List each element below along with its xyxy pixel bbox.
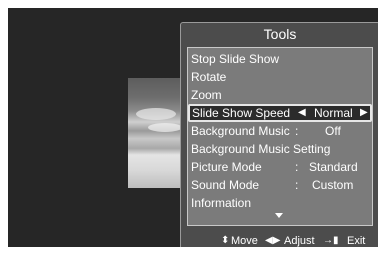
tools-panel: Tools Stop Slide Show Rotate Zoom Slide … bbox=[180, 22, 378, 247]
menu-item-label: Information bbox=[191, 196, 252, 210]
menu-item-background-music[interactable]: Background Music : Off bbox=[191, 122, 369, 140]
menu-item-information[interactable]: Information bbox=[191, 194, 369, 212]
menu-item-label: Slide Show Speed bbox=[192, 106, 291, 120]
menu-item-label: Zoom bbox=[191, 88, 222, 102]
picture-mode-value: Standard bbox=[309, 160, 358, 174]
tv-screen: Tools Stop Slide Show Rotate Zoom Slide … bbox=[8, 8, 378, 247]
menu-item-label: Background Music Setting bbox=[191, 142, 331, 156]
menu-item-picture-mode[interactable]: Picture Mode : Standard bbox=[191, 158, 369, 176]
menu-item-separator: : bbox=[295, 160, 299, 174]
menu-item-slide-show-speed[interactable]: Slide Show Speed ◀ Normal ▶ bbox=[188, 104, 372, 122]
right-arrow-icon[interactable]: ▶ bbox=[360, 106, 368, 120]
tools-title: Tools bbox=[263, 26, 297, 42]
background-music-value: Off bbox=[325, 124, 341, 138]
menu-item-separator: : bbox=[295, 124, 299, 138]
left-right-arrows-icon: ◀▶ bbox=[265, 235, 281, 246]
menu-item-label: Stop Slide Show bbox=[191, 52, 280, 66]
move-label: Move bbox=[231, 235, 258, 247]
left-arrow-icon[interactable]: ◀ bbox=[298, 106, 306, 120]
exit-label: Exit bbox=[347, 235, 366, 247]
tools-menu-list: Stop Slide Show Rotate Zoom Slide Show S… bbox=[187, 47, 373, 226]
adjust-label: Adjust bbox=[284, 235, 315, 247]
menu-item-label: Sound Mode bbox=[191, 178, 260, 192]
menu-item-label: Rotate bbox=[191, 70, 227, 84]
menu-item-stop-slide-show[interactable]: Stop Slide Show bbox=[191, 50, 369, 68]
slide-show-speed-value: Normal bbox=[314, 106, 353, 120]
exit-icon: →▮ bbox=[323, 235, 339, 246]
menu-item-background-music-setting[interactable]: Background Music Setting bbox=[191, 140, 369, 158]
tools-footer-help: ⬍ Move ◀▶ Adjust →▮ Exit bbox=[181, 234, 378, 247]
menu-item-label: Picture Mode bbox=[191, 160, 262, 174]
scroll-down-icon[interactable] bbox=[275, 213, 283, 218]
sound-mode-value: Custom bbox=[312, 178, 354, 192]
menu-item-rotate[interactable]: Rotate bbox=[191, 68, 369, 86]
menu-item-label: Background Music bbox=[191, 124, 290, 138]
menu-item-sound-mode[interactable]: Sound Mode : Custom bbox=[191, 176, 369, 194]
up-down-arrows-icon: ⬍ bbox=[221, 235, 230, 246]
menu-item-zoom[interactable]: Zoom bbox=[191, 86, 369, 104]
menu-item-separator: : bbox=[295, 178, 299, 192]
